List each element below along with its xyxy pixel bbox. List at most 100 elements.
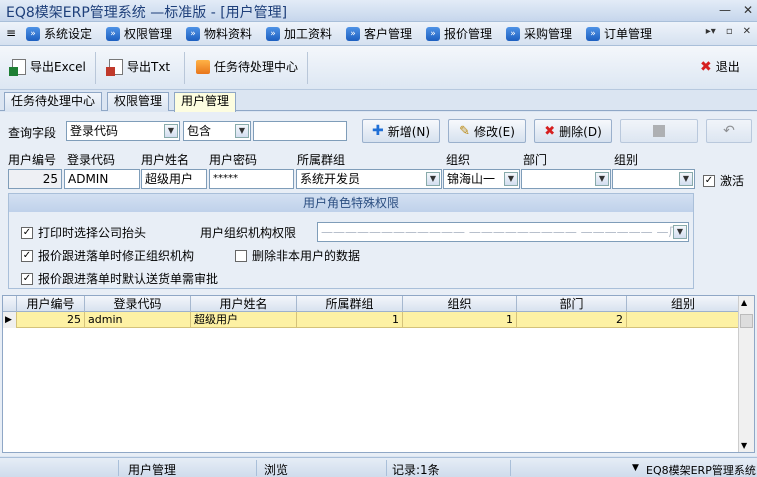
header-group: 所属群组 — [297, 153, 346, 167]
add-button[interactable]: ✚ 新增(N) — [362, 119, 440, 143]
grid-header: 用户编号 登录代码 用户姓名 所属群组 组织 部门 组别 — [3, 296, 740, 312]
cell-user-name[interactable]: 超级用户 — [191, 312, 297, 328]
status-bar: 用户管理 浏览 记录:1条 ▼ EQ8模架ERP管理系统 — [0, 457, 757, 477]
team-select[interactable]: ▼ — [612, 169, 695, 189]
chevron-down-icon[interactable]: ▼ — [426, 172, 440, 186]
scroll-thumb[interactable] — [740, 314, 753, 328]
delete-button[interactable]: ✖ 删除(D) — [534, 119, 612, 143]
column-group[interactable]: 所属群组 — [297, 296, 403, 312]
menu-permissions[interactable]: » 权限管理 — [106, 25, 172, 42]
cell-login-code[interactable]: admin — [85, 312, 191, 328]
status-module: 用户管理 — [128, 463, 177, 477]
task-center-button[interactable]: 任务待处理中心 — [196, 58, 298, 75]
status-records: 记录:1条 — [392, 463, 440, 477]
table-row[interactable]: ▶ 25 admin 超级用户 1 1 2 — [3, 312, 740, 328]
org-permission-select[interactable]: ———————————— ————————— —————— —厂 ▼ — [317, 222, 689, 242]
cell-dept[interactable]: 2 — [517, 312, 627, 328]
exit-button[interactable]: ✖ 退出 — [700, 58, 740, 75]
user-no-field[interactable]: 25 — [8, 169, 62, 189]
cell-team[interactable] — [627, 312, 740, 328]
menu-overflow-icon[interactable]: ▸▾ — [706, 26, 716, 37]
vertical-scrollbar[interactable]: ▲ ▼ — [738, 296, 754, 452]
edit-button[interactable]: ✎ 修改(E) — [448, 119, 526, 143]
user-name-field[interactable]: 超级用户 — [141, 169, 207, 189]
group-select[interactable]: 系统开发员 ▼ — [296, 169, 442, 189]
export-excel-button[interactable]: 导出Excel — [9, 58, 86, 76]
row-selector-icon[interactable]: ▶ — [3, 312, 17, 328]
checkmark-icon: ✓ — [21, 226, 33, 239]
menu-arrow-icon: » — [186, 26, 200, 41]
permissions-panel: 用户角色特殊权限 ✓ 打印时选择公司抬头 用户组织机构权限 ——————————… — [8, 193, 694, 289]
chevron-down-icon[interactable]: ▼ — [164, 124, 178, 138]
undo-icon: ↶ — [723, 123, 735, 139]
print-company-header-checkbox[interactable]: ✓ 打印时选择公司抬头 — [21, 224, 146, 241]
title-bar: EQ8模架ERP管理系统 —标准版 - [用户管理] — ✕ — [0, 0, 757, 22]
dept-select[interactable]: ▼ — [521, 169, 611, 189]
column-org[interactable]: 组织 — [403, 296, 517, 312]
menu-orders[interactable]: » 订单管理 — [586, 25, 652, 42]
cell-group[interactable]: 1 — [297, 312, 403, 328]
active-checkbox[interactable]: ✓ 激活 — [703, 172, 744, 189]
column-user-no[interactable]: 用户编号 — [17, 296, 85, 312]
delete-other-users-checkbox[interactable]: 删除非本用户的数据 — [235, 247, 360, 264]
menu-processing[interactable]: » 加工资料 — [266, 25, 332, 42]
undo-button[interactable]: ↶ — [706, 119, 752, 143]
menu-customers[interactable]: » 客户管理 — [346, 25, 412, 42]
menu-arrow-icon: » — [586, 26, 600, 41]
menu-handle-icon[interactable]: ≡ — [6, 26, 16, 40]
column-team[interactable]: 组别 — [627, 296, 740, 312]
header-login-code: 登录代码 — [67, 153, 116, 167]
column-user-name[interactable]: 用户姓名 — [191, 296, 297, 312]
menu-purchasing[interactable]: » 采购管理 — [506, 25, 572, 42]
toolbar: 导出Excel 导出Txt 任务待处理中心 ✖ 退出 — [0, 46, 757, 90]
chevron-down-icon[interactable]: ▼ — [235, 124, 249, 138]
mdi-close-icon[interactable]: ✕ — [743, 26, 751, 37]
minimize-icon[interactable]: — — [719, 3, 731, 17]
export-txt-button[interactable]: 导出Txt — [106, 58, 170, 76]
tab-user-management[interactable]: 用户管理 — [174, 92, 237, 112]
header-team: 组别 — [614, 153, 639, 167]
quote-modify-org-checkbox[interactable]: ✓ 报价跟进落单时修正组织机构 — [21, 247, 194, 264]
menu-system-settings[interactable]: » 系统设定 — [26, 25, 92, 42]
excel-icon — [9, 58, 26, 76]
menu-arrow-icon: » — [506, 26, 520, 41]
restore-icon[interactable]: ▫ — [726, 26, 733, 37]
menu-bar: ≡ » 系统设定 » 权限管理 » 物料资料 » 加工资料 » 客户管理 » 报价管理 » 采… — [0, 22, 757, 46]
tab-permissions[interactable]: 权限管理 — [107, 92, 170, 111]
cell-user-no[interactable]: 25 — [17, 312, 85, 328]
tab-task-center[interactable]: 任务待处理中心 — [4, 92, 103, 111]
status-app-name: EQ8模架ERP管理系统 — [646, 464, 756, 477]
chevron-down-icon[interactable]: ▼ — [504, 172, 518, 186]
column-dept[interactable]: 部门 — [517, 296, 627, 312]
chevron-down-icon[interactable]: ▼ — [595, 172, 609, 186]
password-field[interactable]: ***** — [209, 169, 294, 189]
cell-org[interactable]: 1 — [403, 312, 517, 328]
status-dropdown-icon[interactable]: ▼ — [632, 463, 639, 473]
menu-materials[interactable]: » 物料资料 — [186, 25, 252, 42]
quote-default-review-checkbox[interactable]: ✓ 报价跟进落单时默认送货单需审批 — [21, 270, 218, 287]
header-password: 用户密码 — [209, 153, 258, 167]
scroll-up-icon[interactable]: ▲ — [741, 298, 747, 307]
save-button[interactable] — [620, 119, 698, 143]
org-permission-label: 用户组织机构权限 — [200, 226, 297, 240]
query-field-select[interactable]: 登录代码 ▼ — [66, 121, 180, 141]
query-operator-select[interactable]: 包含 ▼ — [183, 121, 251, 141]
tab-strip: 任务待处理中心 权限管理 用户管理 — [0, 91, 757, 112]
checkmark-icon: ✓ — [703, 174, 715, 187]
header-user-name: 用户姓名 — [141, 153, 190, 167]
column-login-code[interactable]: 登录代码 — [85, 296, 191, 312]
close-icon[interactable]: ✕ — [743, 3, 753, 17]
chevron-down-icon[interactable]: ▼ — [673, 225, 687, 239]
scroll-down-icon[interactable]: ▼ — [741, 441, 747, 450]
query-value-input[interactable] — [253, 121, 347, 141]
menu-quotes[interactable]: » 报价管理 — [426, 25, 492, 42]
login-code-field[interactable]: ADMIN — [64, 169, 140, 189]
header-org: 组织 — [446, 153, 471, 167]
chevron-down-icon[interactable]: ▼ — [679, 172, 693, 186]
users-grid: 用户编号 登录代码 用户姓名 所属群组 组织 部门 组别 ▶ 25 admin … — [2, 295, 755, 453]
menu-arrow-icon: » — [26, 26, 40, 41]
org-select[interactable]: 锦海山一 ▼ — [443, 169, 520, 189]
menu-arrow-icon: » — [346, 26, 360, 41]
status-mode: 浏览 — [264, 463, 289, 477]
menu-arrow-icon: » — [426, 26, 440, 41]
